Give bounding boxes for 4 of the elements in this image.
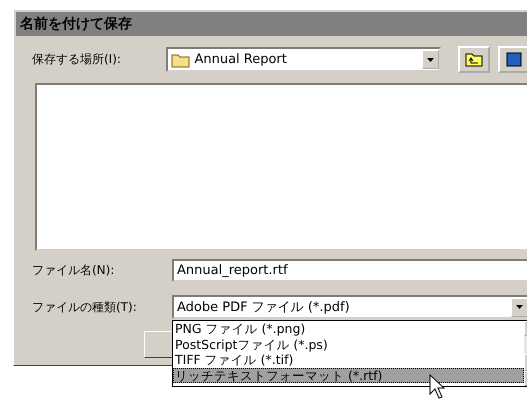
field-label: 保存する場所(I): [31, 51, 122, 68]
window-title: 名前を付けて保存 [16, 12, 527, 36]
field-label: ファイル名(N): [31, 262, 116, 279]
field-label: ファイルの種類(T): [31, 298, 138, 316]
